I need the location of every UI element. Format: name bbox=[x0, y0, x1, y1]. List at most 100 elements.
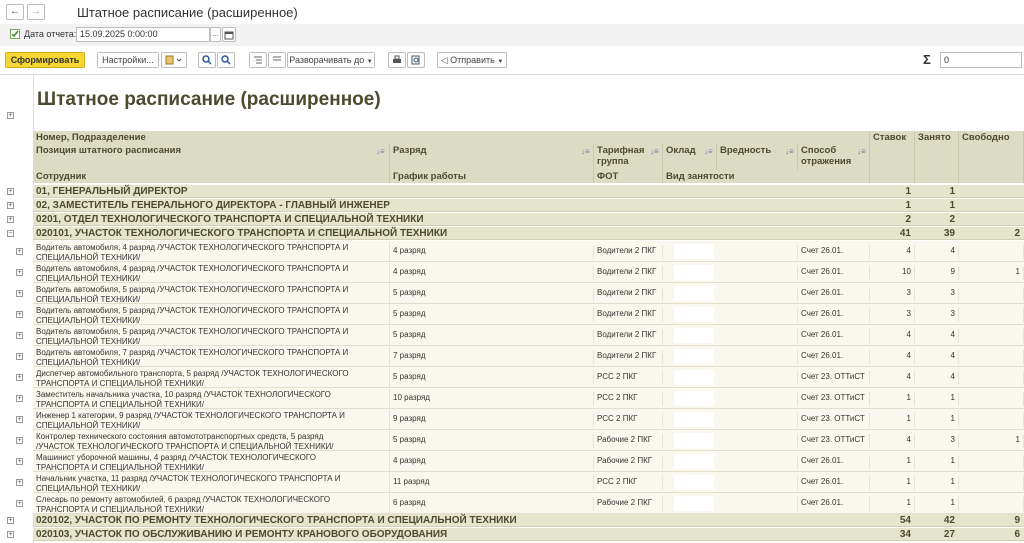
expand-toggle[interactable]: + bbox=[16, 248, 23, 255]
find-next-button[interactable] bbox=[217, 52, 235, 68]
table-row[interactable]: Инженер 1 категории, 9 разряд /УЧАСТОК Т… bbox=[33, 409, 1024, 430]
free-cell bbox=[959, 350, 1024, 364]
expand-toggle[interactable]: + bbox=[16, 500, 23, 507]
expand-toggle[interactable]: + bbox=[16, 290, 23, 297]
table-row[interactable]: Контролер технического состояния автомот… bbox=[33, 430, 1024, 451]
expand-toggle[interactable]: + bbox=[16, 374, 23, 381]
calendar-button[interactable] bbox=[222, 27, 236, 42]
collapse-toggle[interactable]: − bbox=[7, 230, 14, 237]
method-cell: Счет 23. ОТТиСТ bbox=[798, 434, 870, 448]
position-cell: Водитель автомобиля, 7 разряд /УЧАСТОК Т… bbox=[33, 347, 390, 367]
expand-toggle[interactable]: + bbox=[7, 188, 14, 195]
expand-groups-button[interactable] bbox=[268, 52, 286, 68]
position-line-1: Водитель автомобиля, 5 разряд /УЧАСТОК Т… bbox=[36, 285, 349, 294]
forward-button[interactable]: → bbox=[27, 4, 45, 20]
expand-to-dropdown[interactable]: Разворачивать до ▼ bbox=[287, 52, 375, 68]
date-label: Дата отчета: bbox=[24, 29, 77, 39]
expand-all-toggle[interactable]: + bbox=[7, 112, 14, 119]
free-cell bbox=[959, 392, 1024, 406]
expand-toggle[interactable]: + bbox=[7, 531, 14, 538]
sort-icon[interactable]: ↓≡ bbox=[857, 147, 866, 156]
taken-cell: 4 bbox=[915, 245, 959, 259]
expand-toggle[interactable]: + bbox=[7, 202, 14, 209]
sort-icon[interactable]: ↓≡ bbox=[650, 147, 659, 156]
table-row[interactable]: Машинист уборочной машины, 4 разряд /УЧА… bbox=[33, 451, 1024, 472]
position-line-1: Инженер 1 категории, 9 разряд /УЧАСТОК Т… bbox=[36, 411, 345, 420]
group-free: 6 bbox=[1014, 529, 1020, 540]
date-field[interactable]: 15.09.2025 0:00:00 bbox=[76, 27, 210, 42]
send-icon: ◁ bbox=[440, 55, 448, 65]
table-row[interactable]: Водитель автомобиля, 7 разряд /УЧАСТОК Т… bbox=[33, 346, 1024, 367]
table-row[interactable]: Водитель автомобиля, 4 разряд /УЧАСТОК Т… bbox=[33, 241, 1024, 262]
group-row[interactable]: 020103, УЧАСТОК ПО ОБСЛУЖИВАНИЮ И РЕМОНТ… bbox=[33, 528, 1024, 541]
expand-toggle[interactable]: + bbox=[16, 311, 23, 318]
expand-toggle[interactable]: + bbox=[16, 458, 23, 465]
send-button[interactable]: ◁ Отправить ▼ bbox=[437, 52, 507, 68]
date-checkbox[interactable] bbox=[10, 29, 20, 39]
generate-button[interactable]: Сформировать bbox=[5, 52, 85, 68]
expand-toggle[interactable]: + bbox=[16, 332, 23, 339]
grade-cell: 4 разряд bbox=[390, 266, 594, 280]
settings-button[interactable]: Настройки... bbox=[97, 52, 159, 68]
salary-cell bbox=[674, 391, 714, 406]
table-row[interactable]: Водитель автомобиля, 5 разряд /УЧАСТОК Т… bbox=[33, 283, 1024, 304]
group-row[interactable]: 020102, УЧАСТОК ПО РЕМОНТУ ТЕХНОЛОГИЧЕСК… bbox=[33, 514, 1024, 527]
harm-cell bbox=[717, 434, 798, 448]
taken-cell: 1 bbox=[915, 497, 959, 511]
harm-cell bbox=[717, 266, 798, 280]
group-rates: 1 bbox=[905, 200, 911, 211]
sort-icon[interactable]: ↓≡ bbox=[785, 147, 794, 156]
expand-toggle[interactable]: + bbox=[16, 395, 23, 402]
expand-toggle[interactable]: + bbox=[16, 479, 23, 486]
salary-cell bbox=[674, 265, 714, 280]
method-cell: Счет 26.01. bbox=[798, 245, 870, 259]
tariff-cell: Рабочие 2 ПКГ bbox=[594, 497, 663, 511]
collapse-groups-button[interactable] bbox=[249, 52, 267, 68]
rates-cell: 4 bbox=[870, 350, 915, 364]
rates-cell: 3 bbox=[870, 287, 915, 301]
position-line-1: Водитель автомобиля, 7 разряд /УЧАСТОК Т… bbox=[36, 348, 349, 357]
expand-toggle[interactable]: + bbox=[7, 216, 14, 223]
position-cell: Контролер технического состояния автомот… bbox=[33, 431, 390, 451]
expand-toggle[interactable]: + bbox=[16, 269, 23, 276]
table-row[interactable]: Слесарь по ремонту автомобилей, 6 разряд… bbox=[33, 493, 1024, 514]
print-button[interactable] bbox=[388, 52, 406, 68]
report-grid: Штатное расписание (расширенное) Номер, … bbox=[33, 75, 1024, 543]
expand-toggle[interactable]: + bbox=[16, 416, 23, 423]
group-rates: 34 bbox=[899, 529, 911, 540]
group-row[interactable]: 020101, УЧАСТОК ТЕХНОЛОГИЧЕСКОГО ТРАНСПО… bbox=[33, 227, 1024, 240]
free-cell bbox=[959, 308, 1024, 322]
expand-toggle[interactable]: + bbox=[7, 517, 14, 524]
group-row[interactable]: 0201, ОТДЕЛ ТЕХНОЛОГИЧЕСКОГО ТРАНСПОРТА … bbox=[33, 213, 1024, 226]
find-button[interactable] bbox=[198, 52, 216, 68]
table-row[interactable]: Заместитель начальника участка, 10 разря… bbox=[33, 388, 1024, 409]
table-row[interactable]: Диспетчер автомобильного транспорта, 5 р… bbox=[33, 367, 1024, 388]
table-row[interactable]: Водитель автомобиля, 5 разряд /УЧАСТОК Т… bbox=[33, 304, 1024, 325]
send-label: Отправить bbox=[450, 55, 495, 65]
table-row[interactable]: Водитель автомобиля, 5 разряд /УЧАСТОК Т… bbox=[33, 325, 1024, 346]
rates-cell: 1 bbox=[870, 413, 915, 427]
position-line-1: Слесарь по ремонту автомобилей, 6 разряд… bbox=[36, 495, 331, 504]
position-line-2: /УЧАСТОК ТЕХНОЛОГИЧЕСКОГО ТРАНСПОРТА И С… bbox=[36, 442, 334, 451]
grade-cell: 9 разряд bbox=[390, 413, 594, 427]
expand-toggle[interactable]: + bbox=[16, 353, 23, 360]
rates-cell: 3 bbox=[870, 308, 915, 322]
table-row[interactable]: Начальник участка, 11 разряд /УЧАСТОК ТЕ… bbox=[33, 472, 1024, 493]
sort-icon[interactable]: ↓≡ bbox=[704, 147, 713, 156]
position-line-2: ТРАНСПОРТА И СПЕЦИАЛЬНОЙ ТЕХНИКИ/ bbox=[36, 505, 204, 514]
header-fot: ФОТ bbox=[594, 170, 663, 183]
group-row[interactable]: 01, ГЕНЕРАЛЬНЫЙ ДИРЕКТОР 1 1 bbox=[33, 185, 1024, 198]
sort-icon[interactable]: ↓≡ bbox=[376, 147, 385, 156]
position-cell: Водитель автомобиля, 4 разряд /УЧАСТОК Т… bbox=[33, 242, 390, 262]
title-bar: ← → Штатное расписание (расширенное) bbox=[0, 0, 1024, 24]
back-button[interactable]: ← bbox=[6, 4, 24, 20]
preview-button[interactable] bbox=[407, 52, 425, 68]
expand-toggle[interactable]: + bbox=[16, 437, 23, 444]
table-row[interactable]: Водитель автомобиля, 4 разряд /УЧАСТОК Т… bbox=[33, 262, 1024, 283]
method-cell: Счет 23. ОТТиСТ bbox=[798, 413, 870, 427]
group-taken: 39 bbox=[943, 228, 955, 239]
group-row[interactable]: 02, ЗАМЕСТИТЕЛЬ ГЕНЕРАЛЬНОГО ДИРЕКТОРА -… bbox=[33, 199, 1024, 212]
variant-button[interactable] bbox=[161, 52, 187, 68]
sort-icon[interactable]: ↓≡ bbox=[581, 147, 590, 156]
date-clear-button[interactable]: … bbox=[210, 27, 221, 42]
